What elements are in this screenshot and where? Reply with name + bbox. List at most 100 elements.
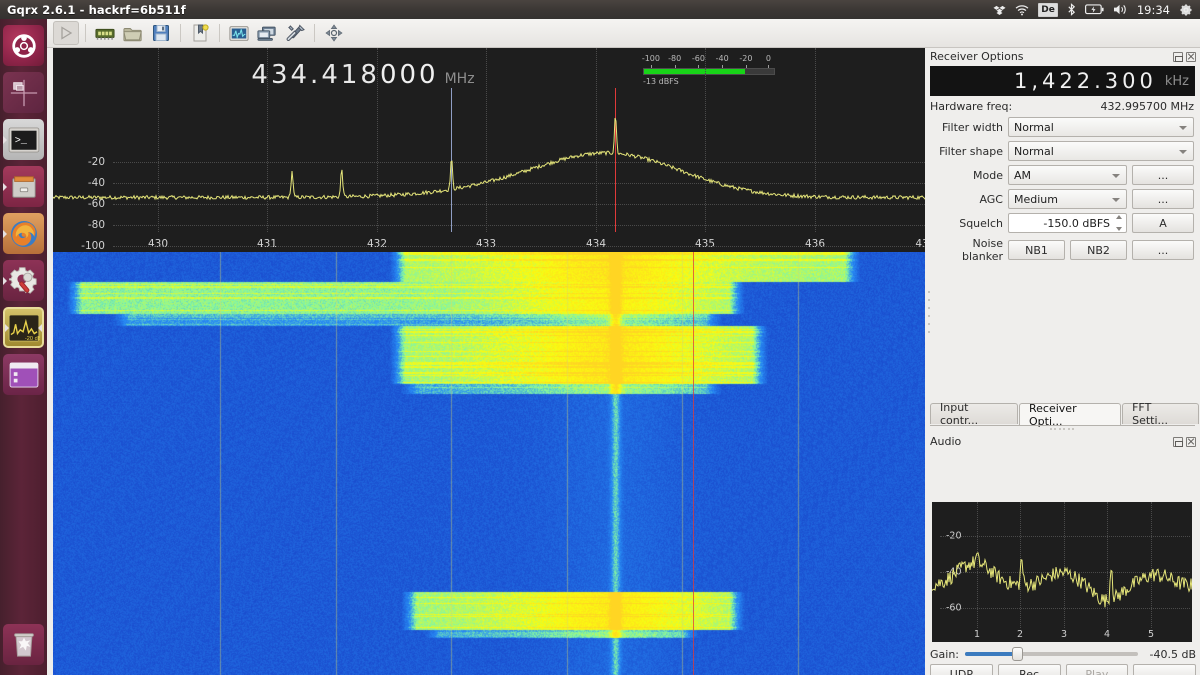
mode-combo[interactable]: AM (1008, 165, 1127, 185)
audio-panel-title: Audio (925, 433, 1200, 450)
squelch-stepper[interactable] (1113, 215, 1125, 231)
filter-width-value: Normal (1014, 120, 1054, 134)
spectrum-waterfall-area[interactable]: 434.418000 MHz -100 -80 -60 -40 -20 0 -1… (53, 48, 925, 675)
mode-options-button[interactable]: ... (1132, 165, 1194, 185)
dropbox-icon[interactable] (993, 3, 1006, 16)
fft-spectrum-plot[interactable]: 434.418000 MHz -100 -80 -60 -40 -20 0 -1… (53, 48, 925, 252)
chevron-down-icon (1112, 198, 1120, 202)
wifi-icon[interactable] (1015, 4, 1029, 16)
iq-recorder-button[interactable] (226, 21, 252, 45)
svg-text:>_: >_ (14, 134, 27, 146)
clock[interactable]: 19:34 (1137, 3, 1170, 17)
bookmarks-button[interactable] (187, 21, 213, 45)
fft-trace (53, 117, 925, 201)
right-dock: Receiver Options 1,422.300 kHz Hardware … (925, 48, 1200, 675)
offset-frequency-value: 1,422.300 (1013, 69, 1157, 93)
tab-bar-grip[interactable] (1050, 427, 1074, 431)
sidebar-item-terminal[interactable]: >_ (3, 119, 44, 160)
agc-row: AGC Medium ... (930, 189, 1194, 209)
agc-label: AGC (979, 192, 1003, 206)
nb2-button[interactable]: NB2 (1070, 240, 1127, 260)
rec-button[interactable]: Rec (997, 664, 1061, 675)
receiver-options-title-label: Receiver Options (930, 50, 1024, 63)
receiver-options-title: Receiver Options (925, 48, 1200, 65)
start-dsp-button[interactable] (53, 21, 79, 45)
tab-input-controls[interactable]: Input contr... (930, 401, 1018, 427)
gain-slider-knob[interactable] (1011, 647, 1023, 661)
configure-button[interactable] (282, 21, 308, 45)
unity-top-panel: Gqrx 2.6.1 - hackrf=6b511f De 19:34 (0, 0, 1200, 19)
launcher-running-arrow-icon (5, 323, 9, 332)
filter-shape-value: Normal (1014, 144, 1054, 158)
tab-receiver-options[interactable]: Receiver Opti... (1019, 402, 1122, 428)
noise-blanker-options-button[interactable]: ... (1132, 240, 1194, 260)
mode-label: Mode (973, 168, 1003, 182)
filter-width-label: Filter width (941, 120, 1003, 134)
mode-value: AM (1014, 168, 1032, 182)
system-tray: De 19:34 (993, 2, 1200, 17)
squelch-row: Squelch -150.0 dBFS A (930, 213, 1194, 233)
sidebar-item-trash[interactable] (3, 624, 44, 665)
load-settings-button[interactable] (120, 21, 146, 45)
agc-combo[interactable]: Medium (1008, 189, 1127, 209)
hardware-freq-value: 432.995700 MHz (1100, 100, 1194, 113)
bluetooth-icon[interactable] (1067, 3, 1076, 16)
nb1-button[interactable]: NB1 (1008, 240, 1065, 260)
squelch-auto-button[interactable]: A (1132, 213, 1194, 233)
stepper-down-icon[interactable] (1116, 227, 1122, 231)
waterfall-center-marker (693, 252, 694, 675)
unity-launcher: >_ -20 dB (0, 19, 47, 675)
stepper-up-icon[interactable] (1116, 215, 1122, 219)
sidebar-item-firefox[interactable] (3, 213, 44, 254)
save-settings-button[interactable] (148, 21, 174, 45)
waterfall-canvas[interactable] (53, 252, 925, 675)
audio-gain-row: Gain: -40.5 dB (930, 646, 1196, 662)
volume-icon[interactable] (1113, 3, 1128, 16)
sidebar-item-app-other[interactable] (3, 354, 44, 395)
float-icon[interactable] (1173, 436, 1183, 447)
udp-button[interactable]: UDP (930, 664, 993, 675)
sidebar-item-workspace-switcher[interactable] (3, 72, 44, 113)
remote-control-button[interactable] (254, 21, 280, 45)
sidebar-item-system-settings[interactable] (3, 260, 44, 301)
gear-icon[interactable] (1179, 3, 1193, 17)
dock-tab-bar: Input contr... Receiver Opti... FFT Sett… (925, 401, 1200, 428)
tab-bar-separator (930, 425, 1195, 426)
audio-spectrum-plot[interactable]: -20 -40 -60 1 2 3 4 5 (932, 502, 1192, 642)
keyboard-layout-indicator[interactable]: De (1038, 2, 1058, 17)
close-icon[interactable] (1186, 51, 1196, 62)
gain-value: -40.5 dB (1149, 647, 1197, 661)
noise-blanker-label: Noise blanker (961, 237, 1003, 263)
mode-row: Mode AM ... (930, 165, 1194, 185)
sidebar-item-files[interactable] (3, 166, 44, 207)
dock-splitter-handle[interactable] (927, 291, 931, 333)
toolbar-separator (180, 24, 181, 42)
chevron-down-icon (1112, 174, 1120, 178)
agc-options-button[interactable]: ... (1132, 189, 1194, 209)
audio-button-row: UDP Rec Play ... (930, 664, 1196, 675)
filter-shape-combo[interactable]: Normal (1008, 141, 1194, 161)
play-button[interactable]: Play (1065, 664, 1129, 675)
audio-panel-title-label: Audio (930, 435, 962, 448)
battery-icon[interactable] (1084, 4, 1104, 15)
audio-options-button[interactable]: ... (1133, 664, 1196, 675)
sidebar-item-gqrx[interactable]: -20 dB (3, 307, 44, 348)
gain-slider[interactable] (965, 646, 1138, 662)
gain-label: Gain: (930, 647, 959, 661)
waterfall-display[interactable] (53, 252, 925, 675)
toolbar-separator (314, 24, 315, 42)
tab-fft-settings[interactable]: FFT Setti... (1122, 401, 1199, 427)
hardware-freq-label: Hardware freq: (930, 100, 1013, 113)
filter-width-combo[interactable]: Normal (1008, 117, 1194, 137)
float-icon[interactable] (1173, 51, 1183, 62)
launcher-running-arrow-icon (3, 276, 7, 285)
squelch-label: Squelch (959, 216, 1003, 230)
filter-width-row: Filter width Normal (930, 117, 1194, 137)
sidebar-item-ubuntu-dash[interactable] (3, 25, 44, 66)
full-screen-button[interactable] (321, 21, 347, 45)
window-title: Gqrx 2.6.1 - hackrf=6b511f (7, 2, 186, 17)
io-devices-button[interactable] (92, 21, 118, 45)
close-icon[interactable] (1186, 436, 1196, 447)
squelch-input[interactable]: -150.0 dBFS (1008, 213, 1127, 233)
offset-frequency-display[interactable]: 1,422.300 kHz (930, 66, 1195, 96)
